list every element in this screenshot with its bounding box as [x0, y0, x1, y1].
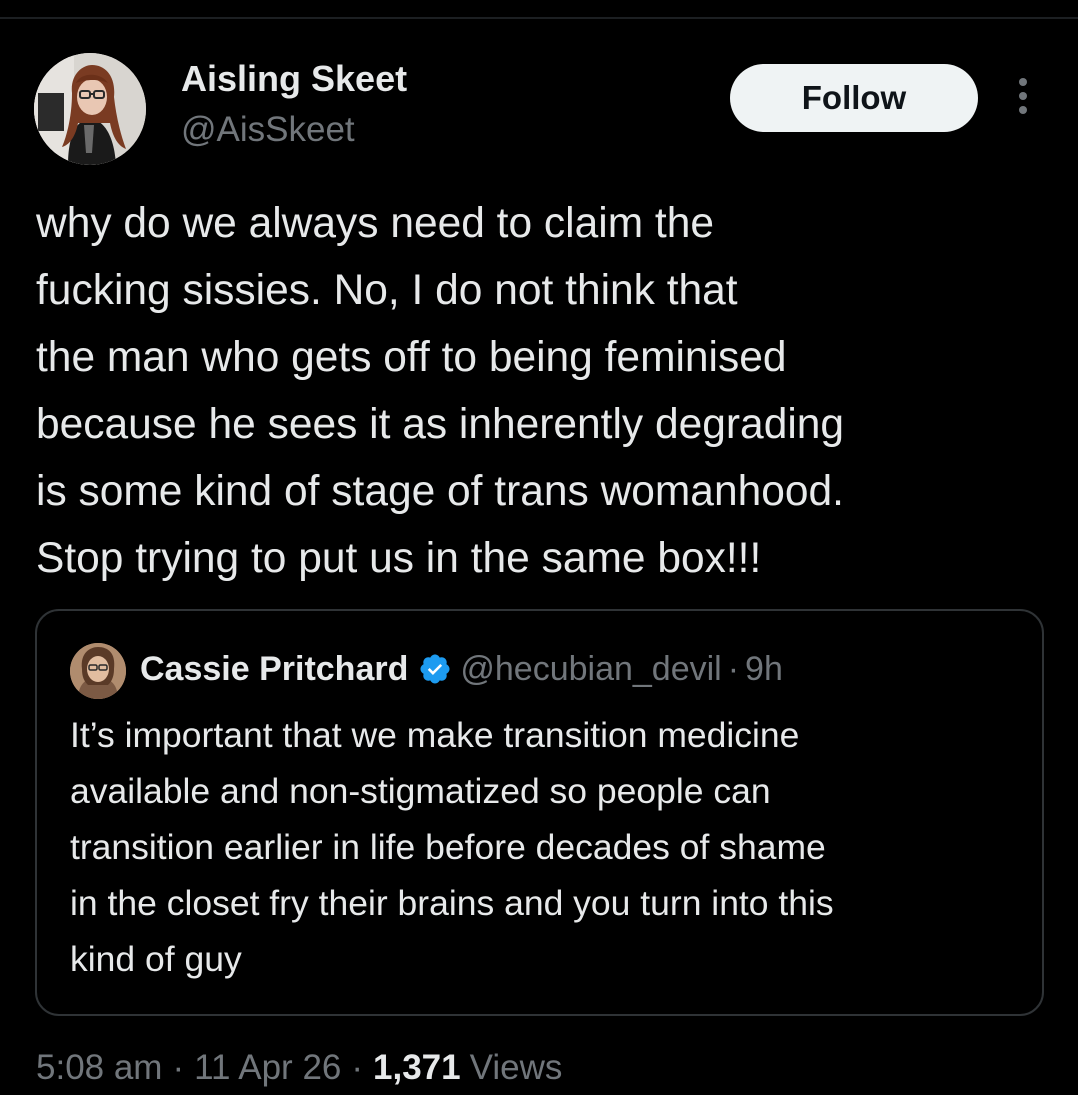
- author-avatar[interactable]: [34, 53, 146, 165]
- quoted-tweet-card[interactable]: Cassie Pritchard @hecubian_devil · 9h It…: [35, 609, 1044, 1016]
- author-handle[interactable]: @AisSkeet: [181, 110, 355, 150]
- more-vertical-icon[interactable]: [1006, 74, 1040, 124]
- author-avatar-image: [34, 53, 146, 165]
- tweet-date[interactable]: 11 Apr 26: [194, 1048, 341, 1088]
- quote-author-handle[interactable]: @hecubian_devil: [460, 650, 721, 689]
- views-count: 1,371: [373, 1048, 461, 1087]
- quote-separator: ·: [727, 649, 740, 688]
- meta-separator: ·: [351, 1048, 364, 1087]
- meta-separator: ·: [172, 1048, 185, 1087]
- quote-avatar-image: [70, 643, 126, 699]
- views-label: Views: [469, 1048, 563, 1087]
- tweet-meta: 5:08 am · 11 Apr 26 · 1,371 Views: [36, 1042, 562, 1094]
- quote-author-avatar[interactable]: [70, 643, 126, 699]
- verified-badge-icon[interactable]: [418, 652, 452, 686]
- quote-author-name[interactable]: Cassie Pritchard: [140, 650, 408, 689]
- tweet-time[interactable]: 5:08 am: [36, 1048, 162, 1088]
- top-divider: [0, 17, 1078, 19]
- quote-text: It’s important that we make transition m…: [70, 715, 834, 979]
- quote-timestamp[interactable]: 9h: [745, 650, 783, 689]
- quote-header: Cassie Pritchard @hecubian_devil · 9h: [140, 645, 783, 693]
- tweet-text: why do we always need to claim the fucki…: [36, 200, 845, 582]
- author-name[interactable]: Aisling Skeet: [181, 58, 407, 100]
- follow-button[interactable]: Follow: [730, 64, 978, 132]
